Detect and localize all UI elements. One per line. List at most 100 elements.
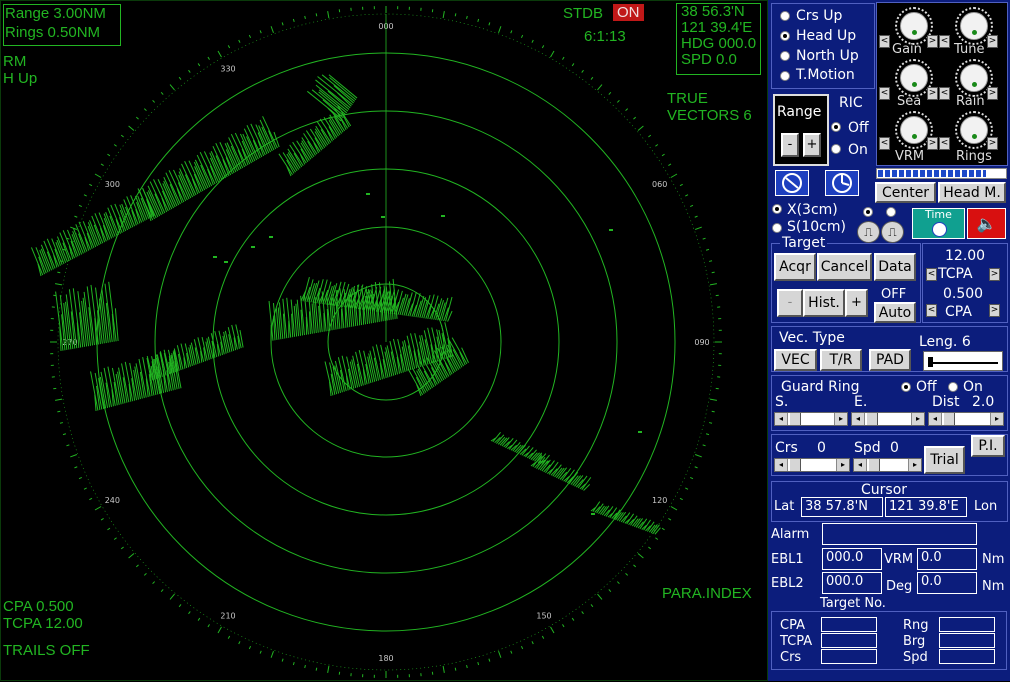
deg-field[interactable]: 0.0: [917, 572, 977, 594]
sea-right-arrow[interactable]: >: [927, 87, 938, 100]
target-blip: [251, 246, 255, 248]
guard-off-label[interactable]: Off: [916, 379, 937, 395]
bearing-tick: [455, 668, 456, 671]
alarm-speaker-icon[interactable]: 🔈: [967, 208, 1006, 239]
band-s-radio[interactable]: [772, 223, 782, 233]
trial-spd-scrollbar[interactable]: ◂▸: [853, 458, 922, 472]
trial-crs-scrollbar[interactable]: ◂▸: [774, 458, 850, 472]
rain-right-arrow[interactable]: >: [987, 87, 998, 100]
bearing-tick: [60, 423, 63, 424]
range-minus-button[interactable]: -: [781, 133, 799, 157]
guard-start-scrollbar[interactable]: ◂▸: [774, 412, 848, 426]
ric-off-radio[interactable]: [831, 122, 841, 132]
bearing-tick: [208, 57, 210, 60]
guard-end-scrollbar[interactable]: ◂▸: [851, 412, 925, 426]
pulse-long-icon[interactable]: ⎍: [881, 221, 904, 243]
tcpa-left-arrow[interactable]: <: [926, 268, 937, 281]
bearing-tick: [648, 135, 650, 137]
band-x-radio[interactable]: [772, 204, 782, 214]
bearing-tick: [101, 518, 104, 520]
bearing-tick: [695, 455, 702, 457]
tune-right-arrow[interactable]: >: [987, 35, 998, 48]
tcpa-right-arrow[interactable]: >: [989, 268, 1000, 281]
rings-left-arrow[interactable]: <: [939, 137, 950, 150]
ric-on-radio[interactable]: [831, 144, 841, 154]
stdb-on-badge[interactable]: ON: [613, 4, 644, 21]
head-up-radio[interactable]: [780, 31, 790, 41]
sea-knob[interactable]: [900, 64, 928, 92]
bearing-tick: [161, 92, 163, 94]
vec-button[interactable]: VEC: [774, 349, 817, 371]
rings-knob[interactable]: [960, 116, 988, 144]
cancel-button[interactable]: Cancel: [817, 253, 872, 281]
ppi-scope[interactable]: 000330300270240210180150120090060: [1, 1, 769, 682]
range-plus-button[interactable]: +: [803, 133, 821, 157]
trial-button[interactable]: Trial: [924, 446, 965, 474]
radar-display[interactable]: 000330300270240210180150120090060 Range …: [0, 0, 768, 681]
gain-knob[interactable]: [900, 12, 928, 40]
bearing-tick: [271, 651, 273, 658]
tune-left-arrow[interactable]: <: [939, 35, 950, 48]
t-motion-radio[interactable]: [780, 71, 790, 81]
time-button[interactable]: Time: [912, 208, 965, 239]
pulse-short-radio[interactable]: [863, 207, 873, 217]
guard-on-radio[interactable]: [948, 382, 958, 392]
vrm-field[interactable]: 0.0: [917, 548, 977, 570]
head-m-button[interactable]: Head M.: [938, 182, 1006, 203]
guard-on-label[interactable]: On: [963, 379, 983, 395]
vrm-left-arrow[interactable]: <: [879, 137, 890, 150]
ric-off-label[interactable]: Off: [848, 120, 869, 136]
center-button[interactable]: Center: [875, 182, 936, 203]
hist-plus-button[interactable]: +: [845, 289, 868, 317]
pulse-long-radio[interactable]: [886, 207, 896, 217]
vrm-knob[interactable]: [900, 116, 928, 144]
gain-left-arrow[interactable]: <: [879, 35, 890, 48]
vector-length-slider[interactable]: [923, 351, 1003, 371]
cpa-right-arrow[interactable]: >: [989, 304, 1000, 317]
hist-minus-button[interactable]: -: [777, 289, 803, 317]
pi-button[interactable]: P.I.: [971, 435, 1005, 457]
bearing-tick: [153, 100, 155, 102]
cursor-rotate-icon[interactable]: [775, 170, 809, 196]
bearing-tick: [107, 154, 109, 156]
crs-up-radio[interactable]: [780, 11, 790, 21]
acqr-button[interactable]: Acqr: [774, 253, 816, 281]
sea-left-arrow[interactable]: <: [879, 87, 890, 100]
slider-thumb[interactable]: [928, 357, 933, 367]
north-up-radio[interactable]: [780, 51, 790, 61]
t-motion-label[interactable]: T.Motion: [796, 67, 855, 83]
rain-left-arrow[interactable]: <: [939, 87, 950, 100]
bearing-tick: [655, 538, 657, 540]
ebl-rotate-icon[interactable]: [825, 170, 859, 196]
bearing-tick: [690, 477, 693, 478]
guard-dist-scrollbar[interactable]: ◂▸: [928, 412, 1004, 426]
head-up-label[interactable]: Head Up: [796, 28, 856, 44]
ebl1-field[interactable]: 000.0: [822, 548, 882, 570]
crs-up-label[interactable]: Crs Up: [796, 8, 842, 24]
band-s-label[interactable]: S(10cm): [787, 219, 846, 235]
vrm-right-arrow[interactable]: >: [927, 137, 938, 150]
band-x-label[interactable]: X(3cm): [787, 202, 838, 218]
tune-knob[interactable]: [960, 12, 988, 40]
bearing-tick: [655, 145, 657, 147]
hist-button[interactable]: Hist.: [803, 289, 845, 317]
bearing-tick: [282, 22, 283, 25]
pad-button[interactable]: PAD: [869, 349, 911, 371]
target-cpa-field: [821, 617, 877, 632]
data-button[interactable]: Data: [874, 253, 916, 281]
auto-button[interactable]: Auto: [874, 302, 916, 323]
cpa-left-arrow[interactable]: <: [926, 304, 937, 317]
tr-button[interactable]: T/R: [820, 349, 862, 371]
pulse-short-icon[interactable]: ⎍: [857, 221, 880, 243]
ric-on-label[interactable]: On: [848, 142, 868, 158]
ebl2-field[interactable]: 000.0: [822, 572, 882, 594]
guard-off-radio[interactable]: [901, 382, 911, 392]
north-up-label[interactable]: North Up: [796, 48, 859, 64]
bearing-tick: [662, 528, 664, 530]
bearing-tick: [542, 636, 543, 639]
bearing-tick: [703, 445, 706, 446]
gain-right-arrow[interactable]: >: [927, 35, 938, 48]
rain-knob[interactable]: [960, 64, 988, 92]
bearing-tick: [638, 126, 643, 130]
guard-start-label: S.: [775, 394, 788, 410]
